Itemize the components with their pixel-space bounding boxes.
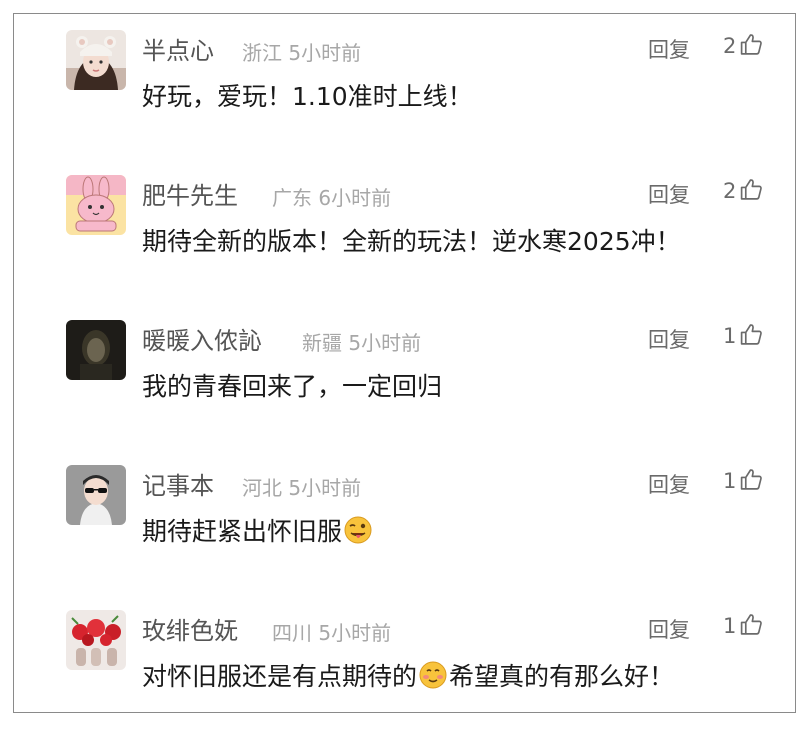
username[interactable]: 暖暖入侬訫 <box>142 321 262 356</box>
comment-meta: 新疆 5小时前 <box>302 327 421 356</box>
comment-item: 玫绯色妩 四川 5小时前 回复 1 对怀旧服还是有点期待的 希望真的有那么好！ <box>14 594 795 739</box>
reply-button[interactable]: 回复 <box>648 179 690 209</box>
username[interactable]: 玫绯色妩 <box>142 611 238 646</box>
avatar[interactable] <box>66 30 126 90</box>
comment-item: 记事本 河北 5小时前 回复 1 期待赶紧出怀旧服 <box>14 449 795 594</box>
girl-avatar-icon <box>66 30 126 90</box>
location: 四川 <box>272 621 312 645</box>
avatar[interactable] <box>66 320 126 380</box>
location: 浙江 <box>242 41 282 65</box>
thumbs-up-icon <box>741 34 763 55</box>
thumbs-up-icon <box>741 469 763 490</box>
comment-body-continued: 希望真的有那么好！ <box>449 662 675 691</box>
thumbs-up-icon <box>741 324 763 345</box>
comment-item: 半点心 浙江 5小时前 回复 2 好玩，爱玩！1.10准时上线！ <box>14 14 795 159</box>
location: 广东 <box>272 186 312 210</box>
comment-item: 肥牛先生 广东 6小时前 回复 2 期待全新的版本！全新的玩法！逆水寒2025冲… <box>14 159 795 304</box>
avatar[interactable] <box>66 465 126 525</box>
username[interactable]: 记事本 <box>142 466 214 501</box>
like-count: 1 <box>723 614 737 638</box>
reply-button[interactable]: 回复 <box>648 324 690 354</box>
sunglasses-man-avatar-icon <box>66 465 126 525</box>
like-button[interactable]: 2 <box>723 34 764 58</box>
username[interactable]: 半点心 <box>142 31 214 66</box>
comment-body: 期待赶紧出怀旧服 <box>142 517 343 546</box>
location: 新疆 <box>302 331 342 355</box>
dark-figure-avatar-icon <box>66 320 126 380</box>
reply-button[interactable]: 回复 <box>648 34 690 64</box>
thumbs-up-icon <box>741 179 763 200</box>
like-button[interactable]: 1 <box>723 614 764 638</box>
timestamp: 5小时前 <box>348 331 422 355</box>
reply-button[interactable]: 回复 <box>648 469 690 499</box>
username[interactable]: 肥牛先生 <box>142 176 238 211</box>
comment-body: 期待全新的版本！全新的玩法！逆水寒2025冲！ <box>142 227 681 256</box>
thumbs-up-icon <box>741 614 763 635</box>
flowers-avatar-icon <box>66 610 126 670</box>
comment-text: 好玩，爱玩！1.10准时上线！ <box>142 77 473 113</box>
shy-smile-emoji-icon <box>419 661 447 689</box>
comment-body: 好玩，爱玩！1.10准时上线！ <box>142 82 473 111</box>
comment-text: 我的青春回来了，一定回归 <box>142 367 442 403</box>
timestamp: 5小时前 <box>318 621 392 645</box>
winking-tongue-emoji-icon <box>344 516 372 544</box>
like-button[interactable]: 1 <box>723 469 764 493</box>
comment-meta: 广东 6小时前 <box>272 182 391 211</box>
timestamp: 5小时前 <box>288 476 362 500</box>
timestamp: 5小时前 <box>288 41 362 65</box>
like-button[interactable]: 2 <box>723 179 764 203</box>
comment-text: 对怀旧服还是有点期待的 希望真的有那么好！ <box>142 657 674 693</box>
like-button[interactable]: 1 <box>723 324 764 348</box>
like-count: 1 <box>723 469 737 493</box>
rabbit-avatar-icon <box>66 175 126 235</box>
timestamp: 6小时前 <box>318 186 392 210</box>
like-count: 1 <box>723 324 737 348</box>
comment-list: 半点心 浙江 5小时前 回复 2 好玩，爱玩！1.10准时上线！ 肥牛先生 广东… <box>13 13 796 713</box>
comment-meta: 四川 5小时前 <box>272 617 391 646</box>
reply-button[interactable]: 回复 <box>648 614 690 644</box>
comment-item: 暖暖入侬訫 新疆 5小时前 回复 1 我的青春回来了，一定回归 <box>14 304 795 449</box>
comment-text: 期待全新的版本！全新的玩法！逆水寒2025冲！ <box>142 222 681 258</box>
like-count: 2 <box>723 179 737 203</box>
location: 河北 <box>242 476 282 500</box>
comment-body: 对怀旧服还是有点期待的 <box>142 662 418 691</box>
avatar[interactable] <box>66 610 126 670</box>
like-count: 2 <box>723 34 737 58</box>
avatar[interactable] <box>66 175 126 235</box>
comment-meta: 河北 5小时前 <box>242 472 361 501</box>
comment-body: 我的青春回来了，一定回归 <box>142 372 443 401</box>
comment-meta: 浙江 5小时前 <box>242 37 361 66</box>
comment-text: 期待赶紧出怀旧服 <box>142 512 374 548</box>
